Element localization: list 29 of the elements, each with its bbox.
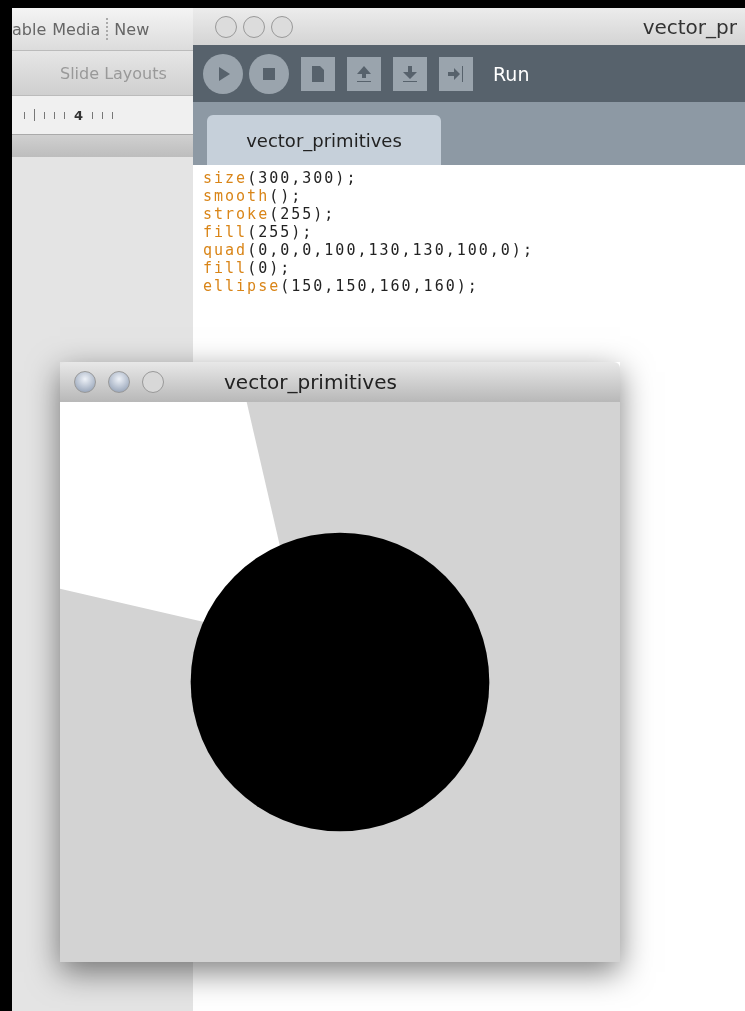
code-line: smooth(); [203, 187, 304, 205]
code-line: ellipse(150,150,160,160); [203, 277, 480, 295]
save-button[interactable] [393, 56, 427, 91]
zoom-button[interactable] [271, 15, 293, 38]
open-button[interactable] [347, 56, 381, 91]
minimize-button[interactable] [108, 371, 130, 393]
menu-item[interactable]: Media [52, 19, 101, 39]
menu-item[interactable]: able [12, 19, 47, 39]
code-line: quad(0,0,0,100,130,130,100,0); [203, 241, 535, 259]
code-line: fill(255); [203, 223, 315, 241]
zoom-button[interactable] [142, 371, 164, 393]
right-arrow-icon [446, 63, 466, 84]
menu-item[interactable]: New [114, 19, 150, 39]
close-button[interactable] [215, 15, 237, 38]
file-tab[interactable]: vector_primitives [207, 115, 441, 165]
close-button[interactable] [74, 371, 96, 393]
export-button[interactable] [439, 56, 473, 91]
code-line: size(300,300); [203, 169, 359, 187]
window-title: vector_pr [642, 14, 737, 39]
toolbar-label: Run [493, 62, 530, 85]
run-button[interactable] [203, 53, 243, 94]
window-title: vector_primitives [224, 370, 397, 394]
code-line: fill(0); [203, 259, 293, 277]
ruler-number: 4 [74, 107, 84, 123]
down-arrow-icon [400, 63, 420, 84]
code-line: stroke(255); [203, 205, 337, 223]
new-button[interactable] [301, 56, 335, 91]
minimize-button[interactable] [243, 15, 265, 38]
stop-button[interactable] [249, 53, 289, 94]
